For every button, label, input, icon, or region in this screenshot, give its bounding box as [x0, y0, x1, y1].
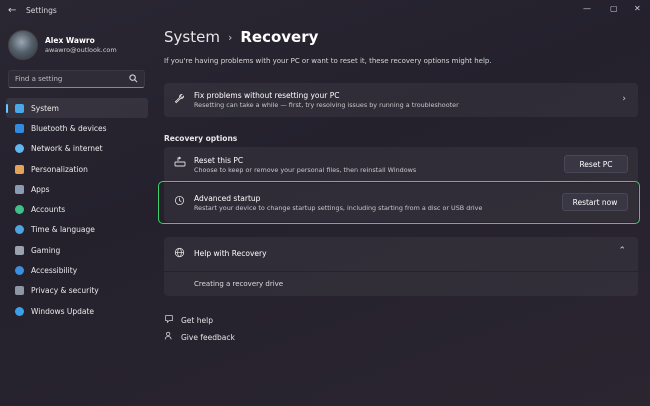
sidebar-item-gaming[interactable]: Gaming	[6, 240, 148, 260]
accessibility-icon	[15, 266, 24, 276]
get-help-icon	[164, 314, 174, 327]
sidebar-item-label: Windows Update	[31, 306, 95, 316]
recovery-options-heading: Recovery options	[164, 134, 238, 143]
sidebar-item-apps[interactable]: Apps	[6, 179, 148, 199]
back-arrow-icon[interactable]: ←	[8, 5, 16, 16]
sidebar-item-network-internet[interactable]: Network & internet	[6, 139, 148, 159]
sidebar-item-label: Bluetooth & devices	[31, 123, 107, 133]
apps-icon	[15, 184, 24, 194]
sidebar-item-label: Accessibility	[31, 266, 78, 276]
breadcrumb: System › Recovery	[164, 28, 318, 46]
help-with-recovery-body: Creating a recovery drive	[164, 272, 638, 296]
globe-icon	[174, 247, 185, 261]
intro-text: If you're having problems with your PC o…	[164, 57, 492, 65]
give-feedback-link[interactable]: Give feedback	[181, 333, 235, 342]
reset-pc-button[interactable]: Reset PC	[564, 155, 628, 173]
creating-recovery-drive-link[interactable]: Creating a recovery drive	[194, 280, 283, 288]
title-bar: ← Settings — ▢ ✕	[0, 0, 650, 22]
gamepad-icon	[15, 245, 24, 255]
fix-problems-title: Fix problems without resetting your PC	[194, 91, 340, 100]
get-help-link[interactable]: Get help	[181, 316, 213, 325]
reset-pc-title: Reset this PC	[194, 156, 244, 165]
reset-pc-description: Choose to keep or remove your personal f…	[194, 166, 417, 174]
sidebar-item-label: Apps	[31, 184, 50, 194]
sidebar-item-personalization[interactable]: Personalization	[6, 159, 148, 179]
profile-name: Alex Wawro	[45, 36, 95, 45]
search-icon[interactable]	[129, 74, 138, 85]
profile-email: awawro@outlook.com	[45, 46, 117, 54]
window-title: Settings	[26, 6, 57, 15]
monitor-icon	[15, 103, 24, 113]
shield-icon	[15, 286, 24, 296]
sidebar-item-time-language[interactable]: Time & language	[6, 220, 148, 240]
reset-pc-card: Reset this PC Choose to keep or remove y…	[164, 147, 638, 181]
sidebar-item-privacy-security[interactable]: Privacy & security	[6, 281, 148, 301]
sidebar-item-label: Network & internet	[31, 144, 103, 154]
sidebar-item-windows-update[interactable]: Windows Update	[6, 301, 148, 321]
search-input[interactable]: Find a setting	[8, 70, 145, 88]
minimize-icon[interactable]: —	[583, 4, 591, 13]
sidebar-item-label: Gaming	[31, 245, 61, 255]
bluetooth-icon	[15, 123, 24, 133]
maximize-icon[interactable]: ▢	[610, 4, 618, 13]
search-placeholder: Find a setting	[15, 75, 63, 83]
sidebar-item-label: System	[31, 103, 59, 113]
chevron-right-icon: ›	[622, 94, 626, 104]
sidebar-item-label: Time & language	[31, 225, 95, 235]
give-feedback-icon	[164, 331, 174, 344]
brush-icon	[15, 164, 24, 174]
breadcrumb-parent[interactable]: System	[164, 28, 220, 46]
sidebar-item-label: Privacy & security	[31, 286, 99, 296]
chevron-up-icon[interactable]: ⌃	[618, 246, 626, 256]
sidebar-item-accessibility[interactable]: Accessibility	[6, 260, 148, 280]
sidebar-item-system[interactable]: System	[6, 98, 148, 119]
sidebar-item-bluetooth-devices[interactable]: Bluetooth & devices	[6, 118, 148, 138]
breadcrumb-separator: ›	[227, 31, 233, 44]
help-with-recovery-header[interactable]: Help with Recovery ⌃	[164, 237, 638, 271]
sidebar-item-label: Personalization	[31, 164, 88, 174]
wrench-icon	[174, 93, 185, 107]
reset-pc-icon	[174, 156, 186, 170]
fix-problems-card[interactable]: Fix problems without resetting your PC R…	[164, 83, 638, 117]
person-icon	[15, 205, 24, 215]
update-icon	[15, 306, 24, 316]
help-with-recovery-title: Help with Recovery	[194, 249, 267, 258]
avatar[interactable]	[8, 30, 38, 60]
wifi-icon	[15, 144, 24, 154]
advanced-startup-highlight	[158, 181, 640, 224]
page-title: Recovery	[240, 28, 319, 46]
fix-problems-description: Resetting can take a while — first, try …	[194, 101, 459, 109]
globe-clock-icon	[15, 225, 24, 235]
sidebar-item-accounts[interactable]: Accounts	[6, 199, 148, 219]
close-icon[interactable]: ✕	[634, 4, 641, 13]
sidebar-item-label: Accounts	[31, 205, 66, 215]
sidebar-nav: System Bluetooth & devices Network & inter…	[6, 98, 148, 321]
